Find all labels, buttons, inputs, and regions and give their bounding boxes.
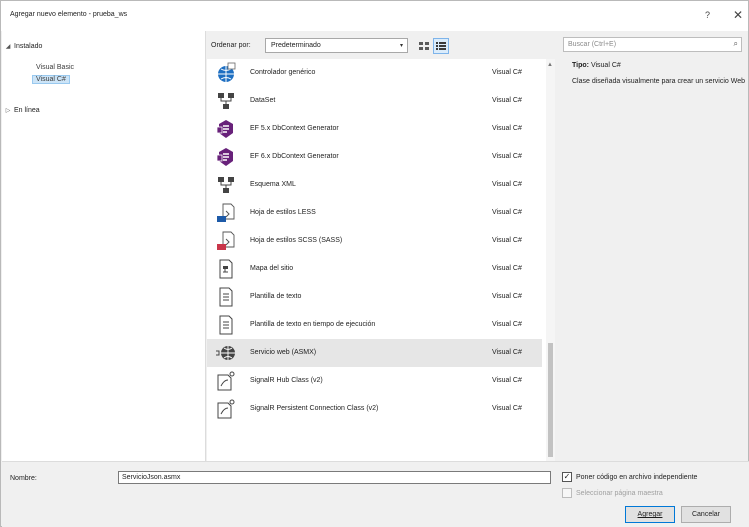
item-name: DataSet (250, 97, 276, 104)
item-name: Plantilla de texto (250, 293, 302, 300)
checkbox-label: Seleccionar página maestra (576, 489, 663, 497)
item-language: Visual C# (492, 181, 522, 188)
name-label: Nombre: (10, 475, 37, 482)
checkbox-label: Poner código en archivo independiente (576, 473, 698, 481)
item-language: Visual C# (492, 97, 522, 104)
bottom-bar: Nombre: ServicioJson.asmx ✓ Poner código… (2, 461, 749, 527)
item-language: Visual C# (492, 265, 522, 272)
sort-toolbar: Ordenar por: Predeterminado ▾ (211, 37, 551, 55)
name-value: ServicioJson.asmx (122, 474, 181, 481)
list-item[interactable]: Plantilla de texto Visual C# (207, 283, 542, 311)
sort-label: Ordenar por: (211, 42, 251, 49)
item-name: Servicio web (ASMX) (250, 349, 317, 356)
type-label: Tipo: (572, 62, 589, 69)
item-language: Visual C# (492, 321, 522, 328)
expanded-arrow-icon[interactable]: ◢ (2, 43, 14, 50)
dialog-window: Agregar nuevo elemento - prueba_ws ? ✕ ◢… (0, 0, 749, 527)
item-language: Visual C# (492, 125, 522, 132)
sort-dropdown[interactable]: Predeterminado ▾ (265, 38, 408, 53)
item-name: Hoja de estilos LESS (250, 209, 316, 216)
details-panel: Tipo: Visual C# Clase diseñada visualmen… (563, 59, 746, 461)
template-tree: ◢ Instalado Visual Basic Visual C# ▷ En … (2, 31, 206, 461)
chevron-down-icon: ▾ (399, 43, 403, 49)
item-name: Hoja de estilos SCSS (SASS) (250, 237, 343, 244)
item-language: Visual C# (492, 349, 522, 356)
item-type: Tipo: Visual C# (572, 62, 621, 69)
signalr-icon (215, 370, 237, 392)
help-button[interactable]: ? (705, 10, 710, 20)
search-icon[interactable]: ⌕ (734, 39, 738, 49)
item-name: Esquema XML (250, 181, 296, 188)
close-button[interactable]: ✕ (733, 8, 743, 22)
item-name: SignalR Persistent Connection Class (v2) (250, 405, 379, 412)
tree-item-installed[interactable]: ◢ Instalado (2, 39, 206, 53)
list-item[interactable]: EF 6.x DbContext Generator Visual C# (207, 143, 542, 171)
search-placeholder: Buscar (Ctrl+E) (568, 41, 617, 48)
title-bar: Agregar nuevo elemento - prueba_ws ? ✕ (1, 1, 748, 31)
list-item[interactable]: Mapa del sitio Visual C# (207, 255, 542, 283)
window-title: Agregar nuevo elemento - prueba_ws (10, 11, 128, 18)
checkbox-checked-icon[interactable]: ✓ (562, 472, 572, 482)
sort-value: Predeterminado (271, 42, 321, 49)
web-service-icon (215, 342, 237, 364)
item-language: Visual C# (492, 69, 522, 76)
list-item[interactable]: Plantilla de texto en tiempo de ejecució… (207, 311, 542, 339)
item-name: Controlador genérico (250, 69, 316, 76)
list-item[interactable]: Controlador genérico Visual C# (207, 59, 542, 87)
dataset-icon (215, 90, 237, 112)
tree-item-visual-csharp[interactable]: Visual C# (2, 73, 206, 85)
text-template-icon (215, 314, 237, 336)
tree-item-label: Visual C# (32, 74, 70, 84)
text-template-icon (215, 286, 237, 308)
item-language: Visual C# (492, 153, 522, 160)
master-page-checkbox: Seleccionar página maestra (562, 488, 663, 498)
list-item[interactable]: SignalR Hub Class (v2) Visual C# (207, 367, 542, 395)
list-item[interactable]: Hoja de estilos SCSS (SASS) Visual C# (207, 227, 542, 255)
name-input[interactable]: ServicioJson.asmx (118, 471, 551, 484)
ef-generator-icon (215, 146, 237, 168)
collapsed-arrow-icon[interactable]: ▷ (2, 107, 14, 114)
item-language: Visual C# (492, 293, 522, 300)
separate-file-checkbox[interactable]: ✓ Poner código en archivo independiente (562, 472, 697, 482)
signalr-icon (215, 398, 237, 420)
list-item[interactable]: DataSet Visual C# (207, 87, 542, 115)
list-item[interactable]: EF 5.x DbContext Generator Visual C# (207, 115, 542, 143)
list-item-selected[interactable]: Servicio web (ASMX) Visual C# (207, 339, 542, 367)
xml-schema-icon (215, 174, 237, 196)
globe-page-icon (215, 62, 237, 84)
item-name: SignalR Hub Class (v2) (250, 377, 323, 384)
item-language: Visual C# (492, 209, 522, 216)
tree-item-visual-basic[interactable]: Visual Basic (2, 61, 206, 73)
list-item[interactable]: SignalR Persistent Connection Class (v2)… (207, 395, 542, 423)
item-language: Visual C# (492, 377, 522, 384)
type-value: Visual C# (590, 62, 621, 69)
add-button[interactable]: Agregar (625, 506, 675, 523)
item-name: Mapa del sitio (250, 265, 294, 272)
tree-item-label: Visual Basic (36, 63, 75, 71)
ef-generator-icon (215, 118, 237, 140)
item-name: EF 5.x DbContext Generator (250, 125, 339, 132)
item-language: Visual C# (492, 237, 522, 244)
list-view-icon[interactable] (433, 38, 449, 54)
list-item[interactable]: Hoja de estilos LESS Visual C# (207, 199, 542, 227)
scroll-up-icon[interactable]: ▲ (547, 62, 553, 68)
template-list: Controlador genérico Visual C# DataSet V… (207, 59, 549, 461)
tree-item-label: Instalado (14, 42, 43, 50)
tree-item-label: En línea (14, 106, 40, 114)
cancel-button[interactable]: Cancelar (681, 506, 731, 523)
search-input[interactable]: Buscar (Ctrl+E) ⌕ (563, 37, 742, 52)
item-name: Plantilla de texto en tiempo de ejecució… (250, 321, 376, 328)
item-description: Clase diseñada visualmente para crear un… (572, 78, 746, 85)
item-name: EF 6.x DbContext Generator (250, 153, 339, 160)
list-scrollbar[interactable]: ▲ (546, 59, 555, 461)
scrollbar-thumb[interactable] (548, 343, 553, 457)
sitemap-icon (215, 258, 237, 280)
checkbox-unchecked-icon (562, 488, 572, 498)
item-language: Visual C# (492, 405, 522, 412)
tree-item-online[interactable]: ▷ En línea (2, 103, 206, 117)
list-item[interactable]: Esquema XML Visual C# (207, 171, 542, 199)
less-stylesheet-icon (215, 202, 237, 224)
grid-view-icon[interactable] (417, 39, 431, 53)
scss-stylesheet-icon (215, 230, 237, 252)
